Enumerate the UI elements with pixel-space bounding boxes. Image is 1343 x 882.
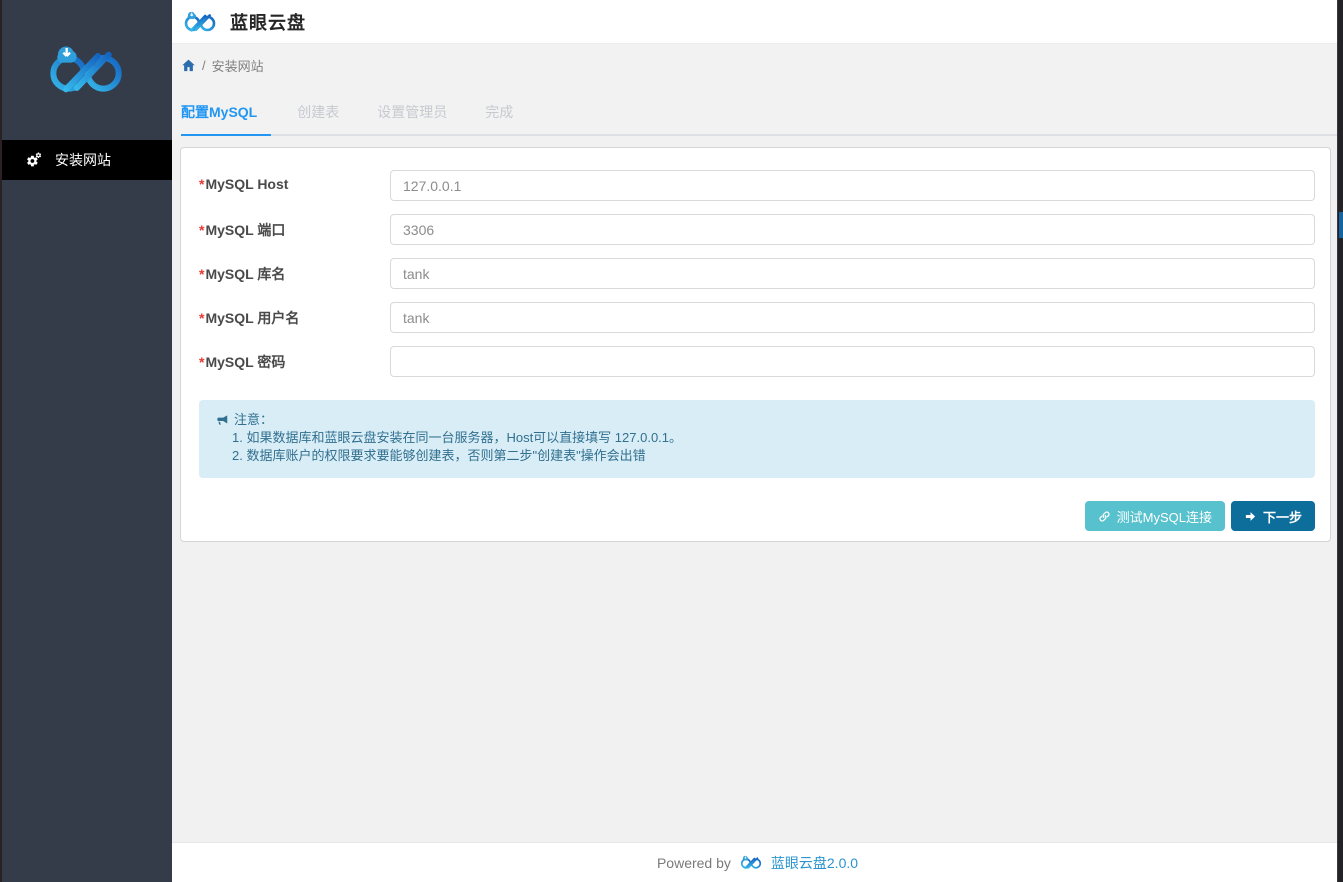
- form-row: *MySQL 端口: [199, 214, 1315, 245]
- powered-by-text: Powered by: [657, 855, 731, 871]
- notice-item: 1. 如果数据库和蓝眼云盘安装在同一台服务器，Host可以直接填写 127.0.…: [232, 429, 1299, 447]
- content-area: *MySQL Host *MySQL 端口 *MySQL 库名: [172, 136, 1343, 842]
- tab-set-admin[interactable]: 设置管理员: [377, 94, 459, 134]
- required-mark: *: [199, 176, 204, 192]
- test-mysql-connection-button[interactable]: 测试MySQL连接: [1085, 501, 1225, 531]
- left-edge-strip: [0, 0, 2, 882]
- mysql-config-panel: *MySQL Host *MySQL 端口 *MySQL 库名: [180, 147, 1331, 542]
- actions-row: 测试MySQL连接 下一步: [199, 501, 1315, 531]
- tab-finish[interactable]: 完成: [485, 94, 525, 134]
- tab-configure-mysql[interactable]: 配置MySQL: [181, 94, 271, 136]
- tab-create-tables[interactable]: 创建表: [297, 94, 351, 134]
- breadcrumb: / 安装网站: [181, 44, 1343, 86]
- sidebar: 安装网站: [0, 0, 172, 882]
- breadcrumb-current: 安装网站: [212, 56, 264, 75]
- breadcrumb-separator: /: [202, 58, 206, 73]
- mysql-username-label: *MySQL 用户名: [199, 302, 390, 333]
- scrollbar-thumb[interactable]: [1339, 212, 1343, 238]
- form-row: *MySQL Host: [199, 170, 1315, 201]
- notice-list: 1. 如果数据库和蓝眼云盘安装在同一台服务器，Host可以直接填写 127.0.…: [232, 429, 1299, 465]
- link-icon: [1098, 510, 1111, 523]
- mysql-password-input[interactable]: [390, 346, 1315, 377]
- mysql-host-input[interactable]: [390, 170, 1315, 201]
- form-row: *MySQL 库名: [199, 258, 1315, 289]
- next-step-button[interactable]: 下一步: [1231, 501, 1315, 531]
- mysql-database-label: *MySQL 库名: [199, 258, 390, 289]
- main-column: 蓝眼云盘 / 安装网站 配置MySQL 创建表 设置管理员 完成 *MySQL …: [172, 0, 1343, 882]
- mysql-port-input[interactable]: [390, 214, 1315, 245]
- right-scrollbar[interactable]: [1337, 0, 1343, 882]
- mysql-database-input[interactable]: [390, 258, 1315, 289]
- sidebar-item-label: 安装网站: [55, 150, 111, 170]
- form-row: *MySQL 密码: [199, 346, 1315, 377]
- notice-item: 2. 数据库账户的权限要求要能够创建表，否则第二步"创建表"操作会出错: [232, 447, 1299, 465]
- mysql-password-label: *MySQL 密码: [199, 346, 390, 377]
- mysql-host-label: *MySQL Host: [199, 170, 390, 201]
- sub-header: / 安装网站 配置MySQL 创建表 设置管理员 完成: [172, 44, 1343, 136]
- bullhorn-icon: [215, 413, 229, 427]
- footer-logo-icon: [737, 854, 765, 871]
- sidebar-logo: [0, 0, 172, 140]
- notice-title: 注意：: [215, 411, 1299, 429]
- required-mark: *: [199, 222, 204, 238]
- footer: Powered by 蓝眼云盘2.0.0: [172, 842, 1343, 882]
- cogs-icon: [26, 152, 43, 169]
- required-mark: *: [199, 310, 204, 326]
- top-header: 蓝眼云盘: [172, 0, 1343, 44]
- home-icon[interactable]: [181, 58, 196, 73]
- mysql-port-label: *MySQL 端口: [199, 214, 390, 245]
- required-mark: *: [199, 354, 204, 370]
- required-mark: *: [199, 266, 204, 282]
- app-title: 蓝眼云盘: [230, 9, 306, 35]
- mysql-username-input[interactable]: [390, 302, 1315, 333]
- brand-logo-icon: [180, 9, 220, 35]
- arrow-right-icon: [1244, 510, 1257, 523]
- wizard-tabs: 配置MySQL 创建表 设置管理员 完成: [181, 86, 1343, 136]
- sidebar-item-install-site[interactable]: 安装网站: [0, 140, 172, 180]
- notice-box: 注意： 1. 如果数据库和蓝眼云盘安装在同一台服务器，Host可以直接填写 12…: [199, 400, 1315, 478]
- footer-version-link[interactable]: 蓝眼云盘2.0.0: [771, 853, 858, 873]
- form-row: *MySQL 用户名: [199, 302, 1315, 333]
